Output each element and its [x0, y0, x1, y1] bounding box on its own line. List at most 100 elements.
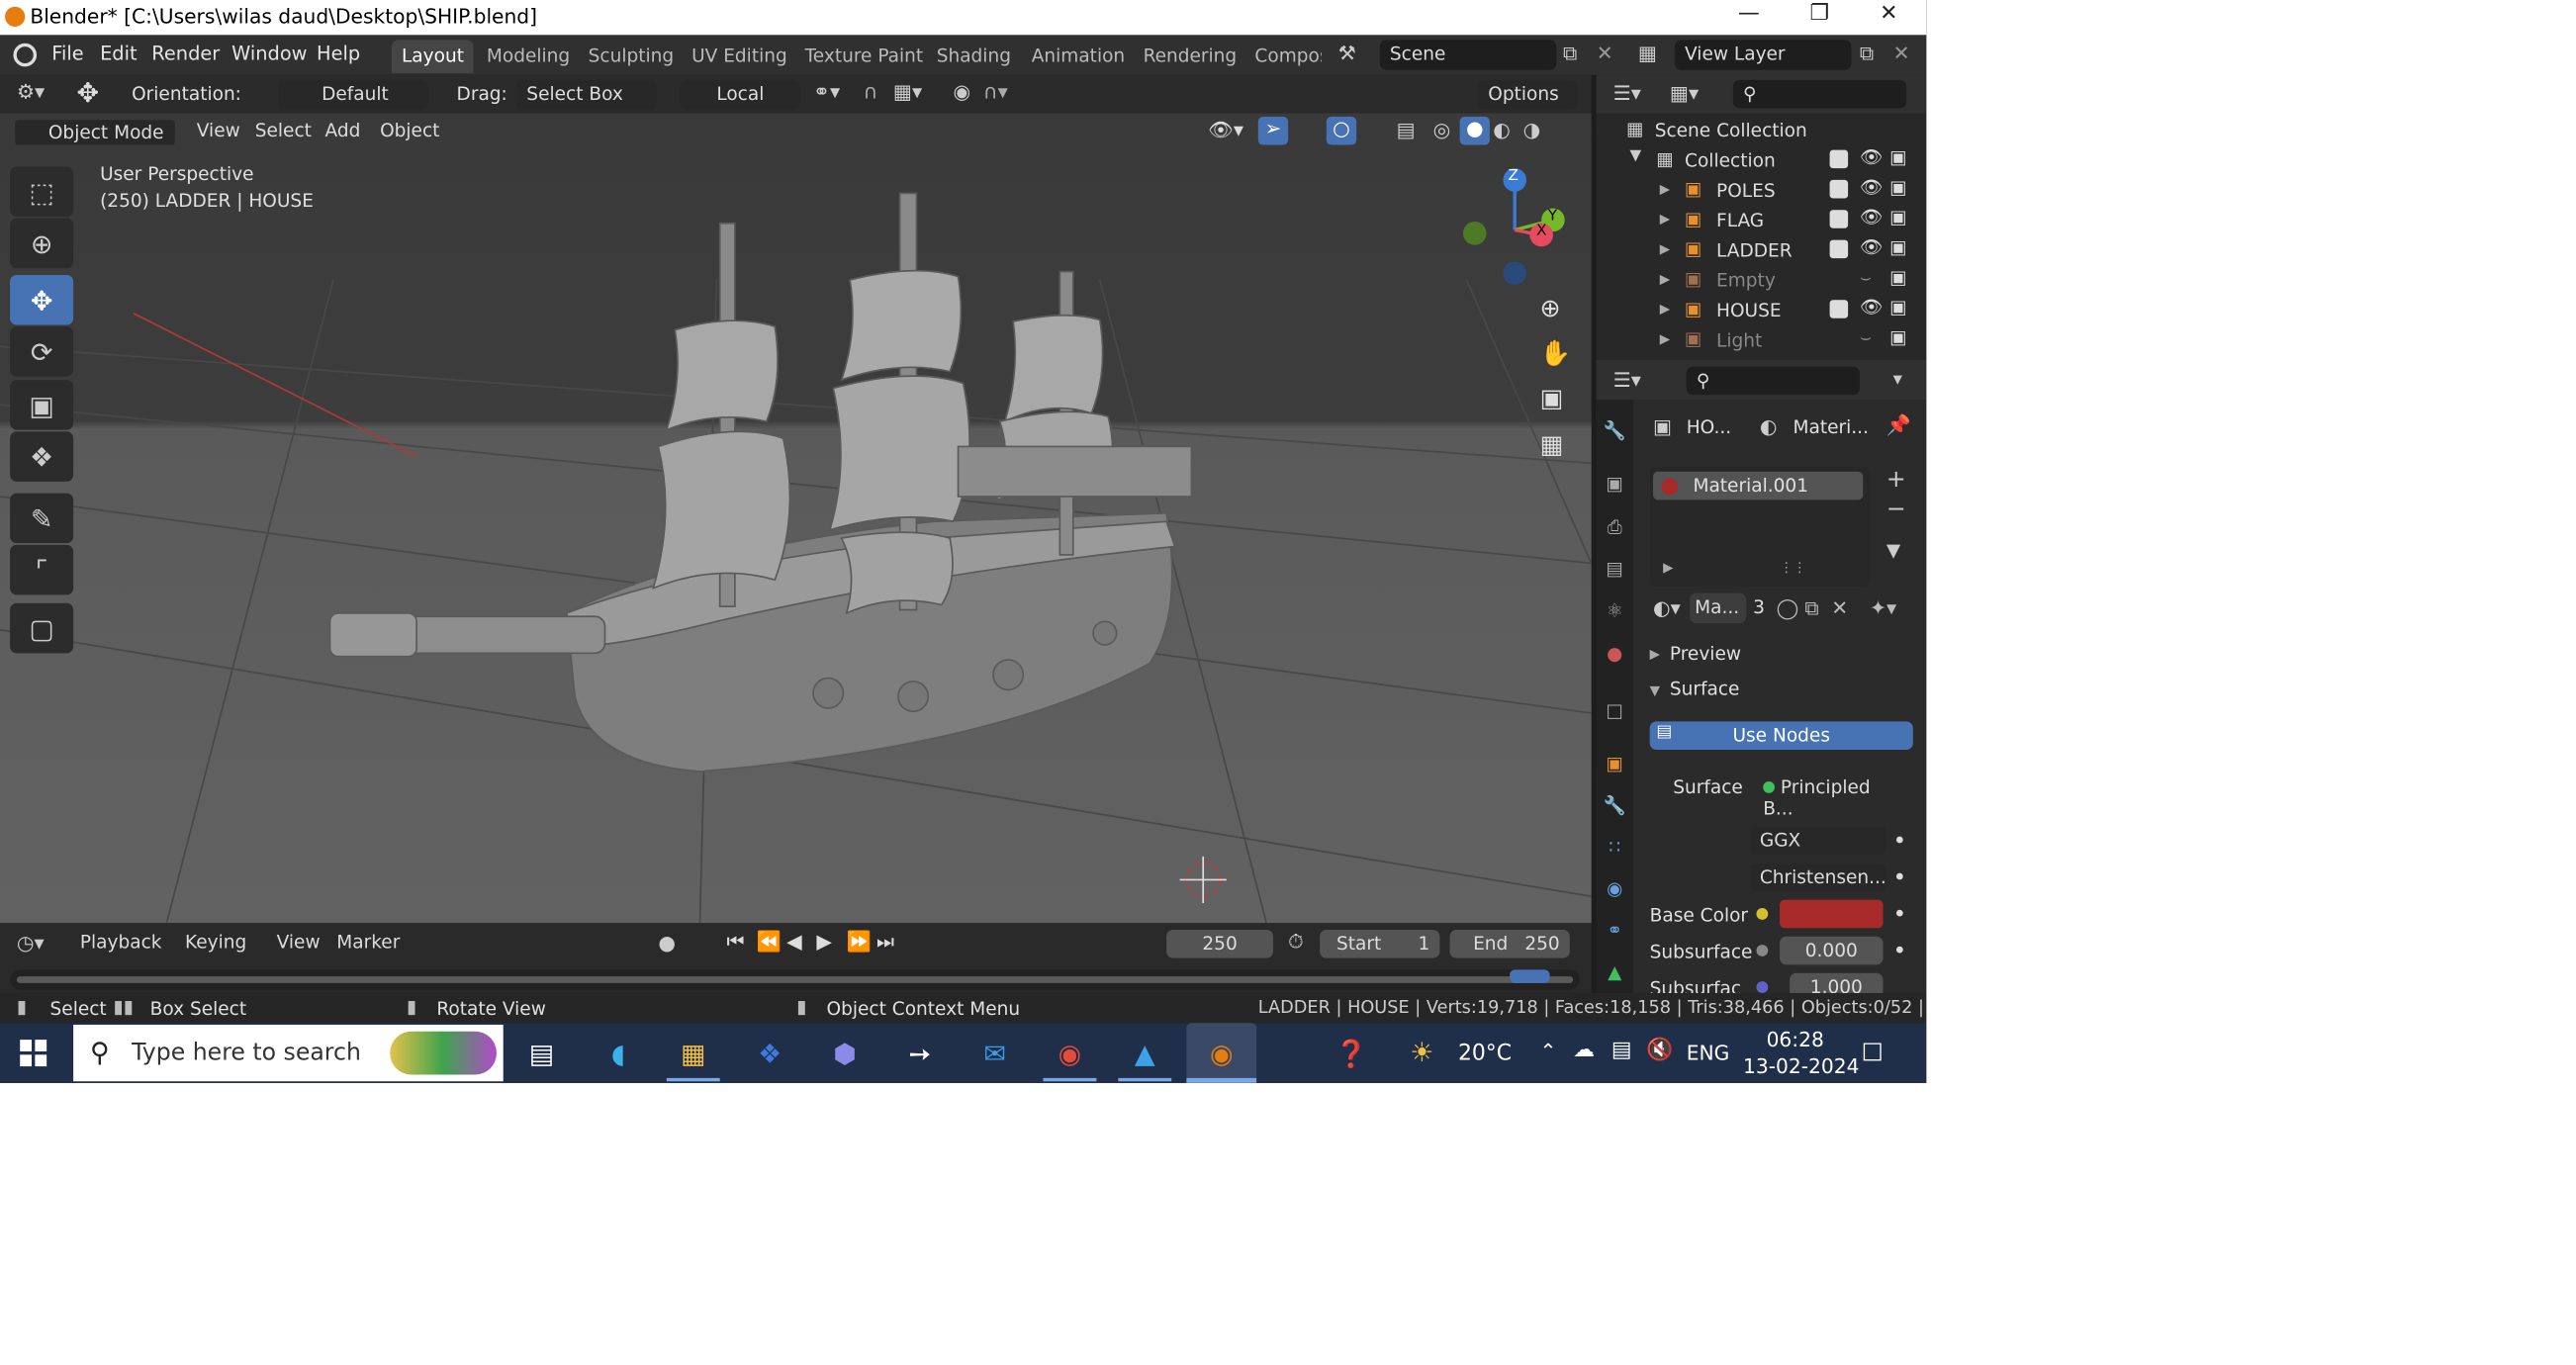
navigation-gizmo[interactable]: Z Y X: [1453, 163, 1570, 288]
checkbox-icon[interactable]: [1829, 210, 1849, 228]
zoom-icon[interactable]: ⊕: [1539, 293, 1560, 322]
proportional-falloff-icon[interactable]: ∩▾: [983, 80, 1008, 104]
expand-arrow-icon[interactable]: ▶: [1660, 302, 1670, 317]
expand-arrow-icon[interactable]: ▼: [1629, 148, 1641, 165]
help-icon[interactable]: ❓: [1329, 1033, 1375, 1072]
outliner-search-input[interactable]: ⚲: [1732, 79, 1907, 109]
visibility-icon[interactable]: 👁▾: [1208, 119, 1243, 142]
menu-file[interactable]: File: [51, 42, 83, 65]
output-tab-icon[interactable]: ⎙: [1602, 516, 1628, 543]
checkbox-icon[interactable]: [1829, 149, 1849, 169]
object-mode-dropdown[interactable]: Object Mode: [13, 118, 177, 147]
restore-icon[interactable]: ❐: [1809, 2, 1829, 27]
outliner-scene-collection[interactable]: ▦ Scene Collection: [1597, 117, 1927, 146]
orientation-dropdown[interactable]: Default: [278, 79, 428, 111]
move-tool[interactable]: ✥: [10, 274, 74, 325]
file-explorer-icon[interactable]: ▦: [670, 1033, 716, 1072]
pan-hand-icon[interactable]: ✋: [1539, 338, 1570, 368]
outliner-item-house[interactable]: ▶ ▣ HOUSE 👁 ▣: [1597, 297, 1927, 326]
menu-timeline-view[interactable]: View: [267, 930, 330, 958]
surface-panel-label[interactable]: Surface: [1670, 679, 1740, 700]
start-frame-field[interactable]: Start 1: [1320, 929, 1440, 958]
app-bolt-icon[interactable]: ➙: [896, 1033, 943, 1072]
checkbox-icon[interactable]: [1829, 239, 1849, 259]
record-icon[interactable]: ●: [658, 932, 676, 956]
clock-date[interactable]: 13-02-2024: [1743, 1054, 1859, 1078]
volume-icon[interactable]: 🔇: [1646, 1038, 1673, 1062]
view-layer-field[interactable]: View Layer: [1674, 40, 1852, 70]
menu-edit[interactable]: Edit: [100, 42, 138, 65]
checkbox-icon[interactable]: [1829, 300, 1849, 318]
outliner-item-ladder[interactable]: ▶ ▣ LADDER 👁 ▣: [1597, 236, 1927, 266]
tab-uv-editing[interactable]: UV Editing: [682, 40, 797, 73]
timeline-editor-icon[interactable]: ◷▾: [17, 932, 45, 956]
menu-view[interactable]: View: [187, 119, 250, 147]
wireframe-shading-icon[interactable]: ◎: [1433, 119, 1451, 142]
camera-view-icon[interactable]: ▣: [1539, 383, 1563, 412]
dropbox-icon[interactable]: ❖: [747, 1033, 793, 1072]
view-layer-tab-icon[interactable]: ▤: [1602, 558, 1628, 585]
eye-closed-icon[interactable]: ⌣: [1860, 326, 1872, 350]
select-box-tool[interactable]: ⬚: [10, 166, 74, 217]
weather-icon[interactable]: ☀: [1410, 1037, 1433, 1068]
snap-link-icon[interactable]: ⚭▾: [813, 80, 840, 104]
new-scene-icon[interactable]: ⧉: [1563, 42, 1577, 66]
windows-start-icon[interactable]: [20, 1040, 47, 1067]
tab-animation[interactable]: Animation: [1022, 40, 1136, 73]
outliner-item-empty[interactable]: ▶ ▣ Empty ⌣ ▣: [1597, 267, 1927, 297]
menu-marker[interactable]: Marker: [326, 930, 410, 958]
eye-closed-icon[interactable]: ⌣: [1860, 267, 1872, 291]
tab-compositing[interactable]: Compos: [1244, 40, 1321, 73]
expand-arrow-icon[interactable]: ▶: [1660, 331, 1670, 346]
camera-icon[interactable]: ▣: [1889, 267, 1907, 289]
particles-tab-icon[interactable]: ∷: [1602, 837, 1628, 864]
eye-icon[interactable]: 👁: [1860, 297, 1884, 318]
physics-tab-icon[interactable]: ◉: [1602, 878, 1628, 905]
collection-tab-icon[interactable]: □: [1602, 699, 1628, 726]
camera-icon[interactable]: ▣: [1889, 326, 1907, 348]
scale-tool[interactable]: ▣: [10, 380, 74, 430]
world-tab-icon[interactable]: ●: [1602, 643, 1628, 670]
new-view-layer-icon[interactable]: ⧉: [1860, 42, 1874, 66]
unlink-material-icon[interactable]: ✕: [1831, 596, 1848, 620]
transform-tool[interactable]: ❖: [10, 431, 74, 482]
edge-icon[interactable]: ◖: [595, 1033, 641, 1072]
link-mode-icon[interactable]: ✦▾: [1870, 596, 1896, 620]
timeline-scrub-area[interactable]: [10, 969, 1580, 990]
timeline-scrollbar[interactable]: [16, 976, 1574, 983]
subsurface-method-dropdown[interactable]: Christensen...: [1749, 863, 1886, 892]
language-indicator[interactable]: ENG: [1687, 1042, 1730, 1065]
outliner-item-light[interactable]: ▶ ▣ Light ⌣ ▣: [1597, 326, 1927, 356]
tab-texture-paint[interactable]: Texture Paint: [795, 40, 934, 73]
expand-arrow-icon[interactable]: ▶: [1660, 182, 1670, 197]
cursor-tool[interactable]: ⊕: [10, 218, 74, 269]
tab-modeling[interactable]: Modeling: [477, 40, 581, 73]
snap-magnet-icon[interactable]: ∩: [864, 80, 878, 104]
camera-icon[interactable]: ▣: [1889, 236, 1907, 258]
onedrive-icon[interactable]: ☁: [1573, 1038, 1595, 1062]
notifications-icon[interactable]: □: [1862, 1038, 1884, 1064]
app-hex-icon[interactable]: ⬢: [821, 1033, 868, 1072]
data-tab-icon[interactable]: ▲: [1602, 961, 1628, 988]
rendered-shading-icon[interactable]: ◑: [1523, 119, 1541, 142]
material-slot-row[interactable]: Material.001: [1653, 471, 1864, 500]
add-cube-tool[interactable]: ▢: [10, 602, 74, 654]
tab-sculpting[interactable]: Sculpting: [579, 40, 685, 73]
surface-collapse-icon[interactable]: ▼: [1650, 683, 1660, 698]
object-tab-icon[interactable]: ▣: [1602, 753, 1628, 779]
preview-collapse-icon[interactable]: ▶: [1650, 647, 1660, 662]
menu-add[interactable]: Add: [315, 119, 370, 147]
menu-keying[interactable]: Keying: [175, 930, 256, 958]
pin-icon[interactable]: 📌: [1886, 413, 1911, 437]
end-frame-field[interactable]: End 250: [1449, 929, 1570, 958]
play-reverse-icon[interactable]: ◀: [786, 930, 802, 954]
add-slot-icon[interactable]: +: [1886, 467, 1906, 494]
outliner-item-flag[interactable]: ▶ ▣ FLAG 👁 ▣: [1597, 207, 1927, 236]
expand-arrow-icon[interactable]: ▶: [1663, 560, 1673, 575]
slot-specials-icon[interactable]: ▼: [1886, 540, 1900, 562]
menu-window[interactable]: Window: [231, 42, 307, 65]
scene-name-field[interactable]: Scene: [1379, 40, 1557, 70]
task-view-icon[interactable]: ▤: [518, 1033, 565, 1072]
prev-keyframe-icon[interactable]: ⏪: [757, 930, 782, 954]
remove-slot-icon[interactable]: −: [1886, 497, 1906, 523]
